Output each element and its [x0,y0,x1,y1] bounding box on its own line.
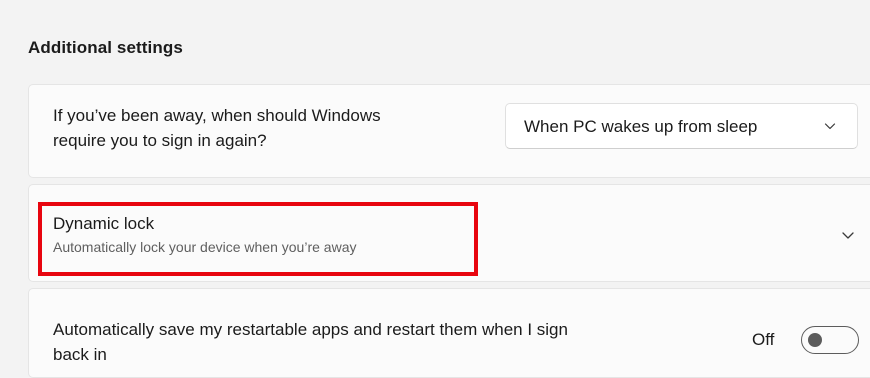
toggle-knob [808,333,822,347]
signin-required-description-line-1: If you’ve been away, when should Windows [53,106,381,125]
signin-timing-dropdown-value: When PC wakes up from sleep [524,117,758,136]
dynamic-lock-title: Dynamic lock [53,214,155,233]
chevron-down-icon[interactable] [840,227,856,243]
dynamic-lock-subtitle: Automatically lock your device when you’… [53,239,357,255]
restart-apps-toggle-state: Off [752,330,775,349]
signin-required-setting-card: If you’ve been away, when should Windows… [28,84,870,178]
signin-required-description-line-2: require you to sign in again? [53,131,267,150]
chevron-down-icon [824,123,836,130]
restart-apps-toggle[interactable] [801,326,859,354]
dynamic-lock-setting-card[interactable]: Dynamic lock Automatically lock your dev… [28,184,870,282]
restart-apps-description-line-2: back in [53,345,107,364]
signin-required-description: If you’ve been away, when should Windows… [53,103,483,153]
additional-settings-heading: Additional settings [28,38,183,57]
signin-timing-dropdown[interactable]: When PC wakes up from sleep [505,103,858,149]
restart-apps-setting-card: Automatically save my restartable apps a… [28,288,870,378]
restart-apps-description-line-1: Automatically save my restartable apps a… [53,320,568,339]
